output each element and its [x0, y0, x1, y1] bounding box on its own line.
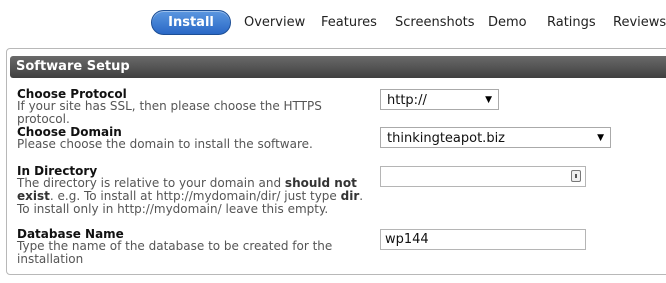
chevron-down-icon: ▼ — [485, 95, 492, 105]
tab-overview[interactable]: Overview — [244, 15, 305, 30]
tab-screenshots[interactable]: Screenshots — [395, 15, 475, 30]
chevron-down-icon: ▼ — [597, 133, 604, 143]
protocol-description: If your site has SSL, then please choose… — [17, 99, 322, 126]
domain-description: Please choose the domain to install the … — [17, 137, 313, 151]
domain-select[interactable]: thinkingteapot.biz ▼ — [380, 127, 611, 148]
software-setup-panel: Software Setup Choose Protocol If your s… — [6, 48, 666, 275]
protocol-select[interactable]: http:// ▼ — [380, 89, 499, 110]
domain-select-value: thinkingteapot.biz — [387, 131, 506, 146]
directory-description: The directory is relative to your domain… — [17, 177, 377, 216]
protocol-select-value: http:// — [387, 93, 427, 108]
tab-install[interactable]: Install — [151, 10, 231, 35]
database-input-value: wp144 — [385, 232, 429, 247]
directory-desc-part: The directory is relative to your domain… — [17, 176, 285, 190]
directory-desc-emphasis: dir — [340, 189, 360, 203]
lock-icon — [571, 170, 581, 182]
tab-reviews[interactable]: Reviews — [613, 15, 666, 30]
directory-desc-part: . e.g. To install at http://mydomain/dir… — [49, 189, 341, 203]
tab-features[interactable]: Features — [321, 15, 377, 30]
tab-demo[interactable]: Demo — [488, 15, 527, 30]
panel-header: Software Setup — [10, 56, 666, 78]
database-description: Type the name of the database to be crea… — [17, 239, 333, 266]
panel-title: Software Setup — [16, 59, 130, 74]
directory-input[interactable] — [380, 166, 586, 187]
tab-ratings[interactable]: Ratings — [547, 15, 596, 30]
tab-bar: Install Overview Features Screenshots De… — [0, 9, 666, 39]
database-name-input[interactable]: wp144 — [380, 229, 586, 250]
